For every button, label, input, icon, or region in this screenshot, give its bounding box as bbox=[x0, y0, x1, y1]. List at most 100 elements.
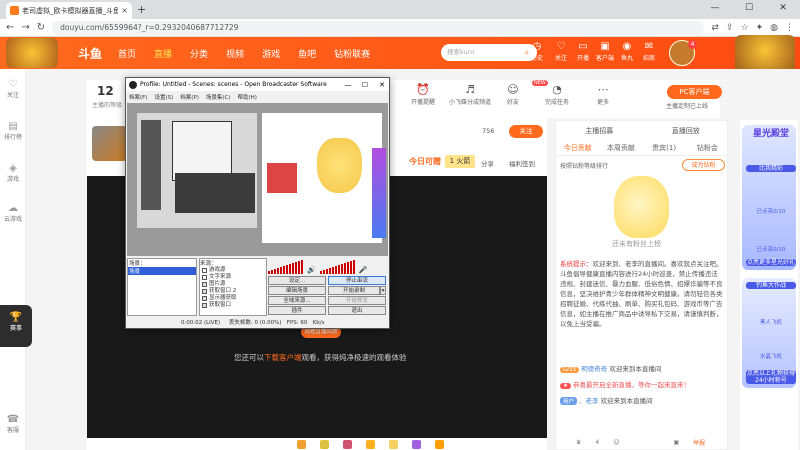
bookmark-star-icon[interactable]: ☆ bbox=[741, 23, 749, 33]
obs-menu-scenes[interactable]: 场景集(C) bbox=[206, 93, 231, 101]
follow-button[interactable]: 关注 bbox=[509, 125, 543, 138]
source-item[interactable]: 图片源 bbox=[200, 281, 266, 288]
url-field[interactable]: douyu.com/6559964?_r=0.2932040687712729 bbox=[52, 20, 705, 35]
edit-scene-button[interactable]: 编辑场景 bbox=[268, 286, 326, 295]
sidebar-item-service[interactable]: ☎ 客服 bbox=[0, 414, 26, 434]
more-button[interactable]: ⋯ 更多 bbox=[585, 83, 621, 106]
anchor-avatar[interactable] bbox=[92, 126, 127, 161]
browser-menu-icon[interactable]: ⋮ bbox=[785, 23, 794, 33]
start-record-button[interactable]: 开始录制 bbox=[328, 286, 380, 295]
sidebar-item-ranking[interactable]: ▤ 排行榜 bbox=[0, 121, 26, 141]
fishball-button[interactable]: ◉ 鱼丸 bbox=[616, 41, 638, 62]
source-item[interactable]: 显示器获取 bbox=[200, 295, 266, 302]
brand-text[interactable]: 斗鱼 bbox=[78, 45, 118, 62]
tab-live-replay[interactable]: 直播回放 bbox=[643, 126, 730, 136]
welfare-checkin-button[interactable]: 福利签到 bbox=[509, 158, 535, 168]
custom-anchor-link[interactable]: 主播定制已上线 bbox=[666, 101, 708, 110]
gift-icon[interactable] bbox=[435, 439, 444, 449]
gift-icon[interactable] bbox=[320, 439, 329, 449]
nav-game[interactable]: 游戏 bbox=[262, 47, 280, 60]
nav-league[interactable]: 钻粉联赛 bbox=[334, 47, 370, 60]
become-member-button[interactable]: 成为钻粉 bbox=[682, 159, 725, 171]
preview-button[interactable]: 开始预览 bbox=[328, 296, 386, 305]
tasks-button[interactable]: ◔ 完成任务 bbox=[539, 83, 575, 106]
event-trophy-banner[interactable] bbox=[735, 35, 795, 73]
gift-box-icon[interactable]: ▣ bbox=[673, 439, 679, 446]
fishing-card[interactable]: 钓鱼大作战 黑人飞机 水晶飞机 点亮以上礼物获得24小时称号 bbox=[742, 278, 796, 388]
report-button[interactable]: 举报 bbox=[693, 438, 705, 447]
scene-item[interactable]: 场景 bbox=[128, 267, 196, 275]
browser-tab[interactable]: 老司虚拟_欧卡模拟器直播_斗鱼 × bbox=[6, 2, 132, 19]
obs-menu-settings[interactable]: 设置(S) bbox=[154, 93, 173, 101]
music-channel-button[interactable]: ♬ 小飞碟分成频道 bbox=[447, 83, 493, 106]
volume-icon[interactable]: 🔊 bbox=[307, 266, 316, 274]
source-checkbox[interactable] bbox=[202, 303, 207, 308]
sidebar-item-cloud-game[interactable]: ☁ 云游戏 bbox=[0, 203, 26, 223]
rocket-badge[interactable]: 1 火箭 bbox=[445, 155, 475, 168]
chat-user[interactable]: 明德奇奇 bbox=[581, 365, 607, 373]
tab-diamond-fans[interactable]: 钻粉会 bbox=[686, 141, 729, 155]
scenes-list[interactable]: 场景： 场景 bbox=[127, 258, 197, 316]
forward-arrow-icon[interactable]: → bbox=[21, 22, 29, 33]
gift-icon[interactable] bbox=[297, 439, 306, 449]
obs-menu-help[interactable]: 帮助(H) bbox=[238, 93, 257, 101]
obs-window[interactable]: Profile: Untitled - Scenes: scenes - Ope… bbox=[125, 77, 390, 329]
sidebar-item-game[interactable]: ◈ 游戏 bbox=[0, 163, 26, 183]
gift-icon[interactable] bbox=[412, 439, 421, 449]
obs-title-bar[interactable]: Profile: Untitled - Scenes: scenes - Ope… bbox=[126, 78, 389, 91]
source-item[interactable]: 游戏源 bbox=[200, 267, 266, 274]
source-checkbox[interactable] bbox=[202, 289, 207, 294]
nav-yuba[interactable]: 鱼吧 bbox=[298, 47, 316, 60]
friends-button[interactable]: ☺ 好友 bbox=[495, 83, 531, 106]
stop-stream-button[interactable]: 停止串流 bbox=[328, 276, 386, 285]
extensions-icon[interactable]: ✦ bbox=[756, 23, 764, 33]
gift-icon[interactable] bbox=[343, 439, 352, 449]
douyu-logo[interactable] bbox=[6, 38, 58, 68]
emoji-icon[interactable]: ☺ bbox=[613, 439, 619, 446]
download-client-link[interactable]: 下载客户端 bbox=[264, 353, 302, 362]
exit-button[interactable]: 退出 bbox=[328, 306, 386, 315]
record-dropdown-icon[interactable]: ▾ bbox=[380, 286, 386, 295]
share-button[interactable]: 分享 bbox=[481, 158, 494, 168]
sidebar-item-follow[interactable]: ♡ 关注 bbox=[0, 79, 26, 99]
nav-home[interactable]: 首页 bbox=[118, 47, 136, 60]
back-arrow-icon[interactable]: ← bbox=[6, 22, 14, 33]
nav-live[interactable]: 直播 bbox=[154, 47, 172, 60]
broadcast-button[interactable]: ▭ 开播 bbox=[572, 41, 594, 62]
new-tab-button[interactable]: + bbox=[137, 3, 146, 16]
nav-video[interactable]: 视频 bbox=[226, 47, 244, 60]
source-item[interactable]: 获取窗口 bbox=[200, 302, 266, 309]
merchant-button[interactable]: ✉ 招商 bbox=[638, 41, 660, 62]
history-button[interactable]: ◷ 历史 bbox=[526, 41, 548, 62]
source-item[interactable]: 获取窗口 2 bbox=[200, 288, 266, 295]
obs-menu-profile[interactable]: 档案(P) bbox=[180, 93, 199, 101]
tab-vip[interactable]: 贵宾(1) bbox=[643, 141, 686, 155]
source-item[interactable]: 文字来源 bbox=[200, 274, 266, 281]
gift-icon[interactable] bbox=[366, 439, 375, 449]
settings-button[interactable]: 设定... bbox=[268, 276, 326, 285]
nav-category[interactable]: 分类 bbox=[190, 47, 208, 60]
profile-avatar-icon[interactable]: ◍ bbox=[770, 23, 778, 33]
client-button[interactable]: ▣ 客户端 bbox=[594, 41, 616, 62]
sources-list[interactable]: 来源： 游戏源 文字来源 图片源 获取窗口 2 显示器获取 获取窗口 bbox=[199, 258, 267, 316]
close-window-button[interactable]: ✕ bbox=[766, 0, 800, 19]
source-checkbox[interactable] bbox=[202, 275, 207, 280]
chat-user[interactable]: 、老李 bbox=[579, 397, 599, 405]
global-sources-button[interactable]: 全域来源... bbox=[268, 296, 326, 305]
obs-menu-file[interactable]: 档案(F) bbox=[129, 93, 147, 101]
live-reminder-button[interactable]: ⏰ 开播提醒 bbox=[405, 83, 441, 106]
minimize-button[interactable]: — bbox=[698, 0, 732, 19]
tab-today-contrib[interactable]: 今日贡献 bbox=[556, 141, 599, 155]
follow-header-button[interactable]: ♡ 关注 bbox=[550, 41, 572, 62]
sidebar-item-esports[interactable]: 🏆 赛事 bbox=[0, 305, 32, 347]
source-checkbox[interactable] bbox=[202, 268, 207, 273]
maximize-button[interactable]: ☐ bbox=[732, 0, 766, 19]
tab-week-contrib[interactable]: 本周贡献 bbox=[599, 141, 642, 155]
fans-badge-icon[interactable]: ♛ bbox=[576, 439, 581, 446]
source-checkbox[interactable] bbox=[202, 282, 207, 287]
obs-close-button[interactable]: ✕ bbox=[375, 81, 389, 89]
share-icon[interactable]: ⇪ bbox=[726, 23, 734, 33]
obs-minimize-button[interactable]: — bbox=[341, 81, 355, 89]
star-palace-footer[interactable]: 点亮更多星光好礼 bbox=[746, 259, 796, 266]
source-checkbox[interactable] bbox=[202, 296, 207, 301]
